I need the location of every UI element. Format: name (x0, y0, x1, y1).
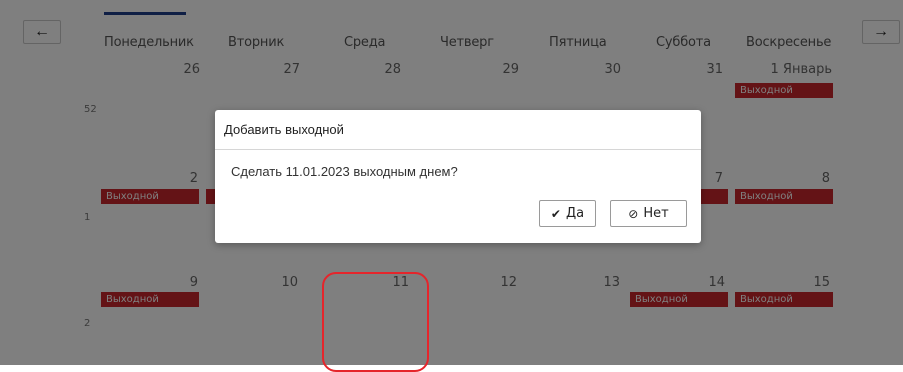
add-holiday-dialog: Добавить выходной Сделать 11.01.2023 вых… (215, 110, 701, 243)
no-button[interactable]: ⊘ Нет (610, 200, 687, 227)
dialog-title: Добавить выходной (215, 110, 701, 150)
no-button-label: Нет (643, 206, 669, 221)
yes-button-label: Да (565, 206, 585, 221)
dialog-message: Сделать 11.01.2023 выходным днем? (231, 164, 458, 179)
cancel-icon: ⊘ (628, 206, 639, 221)
selected-day-highlight (322, 272, 429, 372)
yes-button[interactable]: ✔ Да (539, 200, 596, 227)
checkmark-icon: ✔ (550, 206, 561, 221)
dialog-buttons: ✔ Да ⊘ Нет (539, 200, 687, 227)
